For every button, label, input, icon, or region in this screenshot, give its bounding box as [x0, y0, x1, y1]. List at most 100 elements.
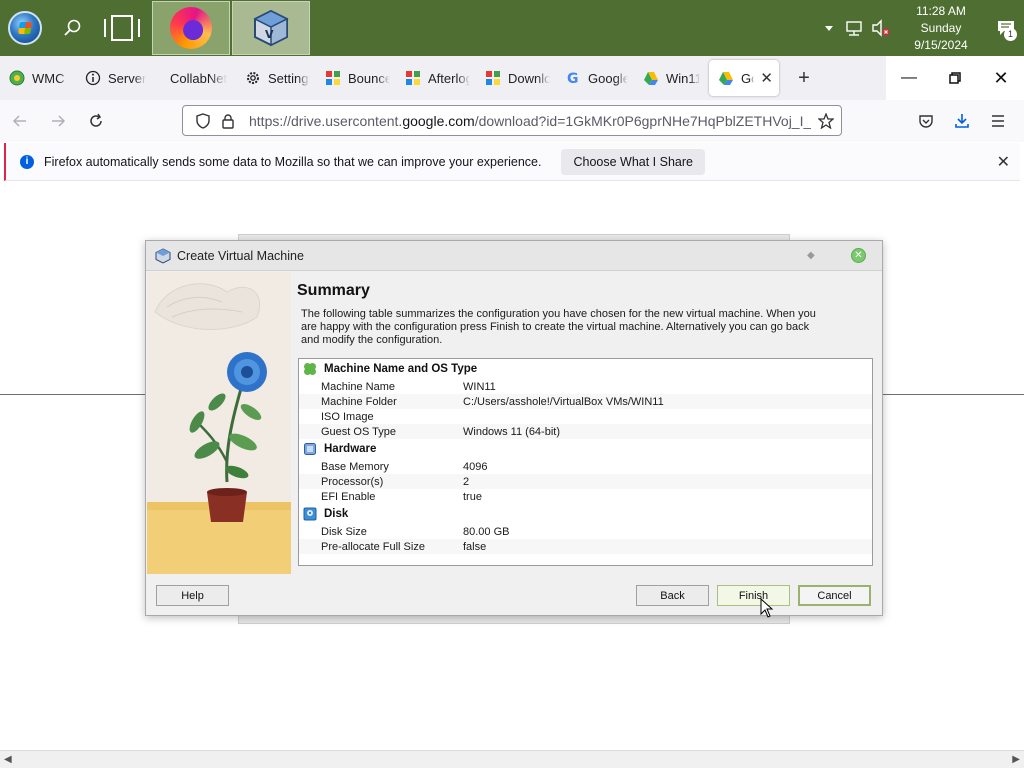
tab-afterlogic[interactable]: Afterlogic — [396, 60, 476, 96]
arrow-left-icon — [12, 115, 26, 127]
tab-settings[interactable]: Settings — [236, 60, 316, 96]
windows-orb-icon — [8, 11, 42, 45]
taskbar-virtualbox[interactable]: V — [232, 1, 310, 55]
table-row: Base Memory 4096 — [299, 459, 872, 474]
navigation-toolbar: https://drive.usercontent.google.com/dow… — [0, 100, 1024, 142]
back-wizard-button[interactable]: Back — [636, 585, 709, 606]
tab-collabnet[interactable]: CollabNet — [154, 60, 236, 96]
table-row: Processor(s) 2 — [299, 474, 872, 489]
wmc-icon — [9, 70, 25, 86]
choose-what-i-share-button[interactable]: Choose What I Share — [561, 148, 705, 175]
start-button[interactable] — [0, 0, 50, 56]
row-key: Guest OS Type — [321, 425, 397, 438]
scroll-left-icon[interactable]: ◀ — [4, 754, 12, 765]
reload-button[interactable] — [78, 105, 114, 137]
clock-time: 11:28 AM — [916, 3, 966, 18]
search-icon — [64, 19, 81, 36]
mouse-cursor-icon — [760, 598, 774, 618]
pin-icon[interactable]: ◆ — [807, 250, 815, 260]
create-vm-dialog: Create Virtual Machine ◆ ✕ Summary The f… — [145, 240, 883, 616]
infobar-close-icon[interactable]: ✕ — [997, 152, 1010, 172]
tab-label: CollabNet — [170, 70, 228, 86]
network-icon — [846, 21, 862, 36]
chevron-down-icon — [825, 26, 833, 31]
section-rows: Disk Size 80.00 GB Pre-allocate Full Size… — [299, 524, 872, 554]
clock-date: 9/15/2024 — [914, 37, 968, 52]
tab-downloads[interactable]: Downloads — [476, 60, 556, 96]
google-drive-icon — [718, 70, 734, 86]
restore-button[interactable] — [932, 56, 978, 100]
cancel-button[interactable]: Cancel — [798, 585, 871, 606]
tab-label: Afterlogic — [428, 70, 470, 86]
tab-bounce[interactable]: Bounce — [316, 60, 396, 96]
dialog-title-buttons: ◆ ✕ — [807, 248, 866, 263]
row-key: ISO Image — [321, 410, 374, 423]
bookmark-star-icon[interactable] — [811, 112, 841, 129]
pocket-button[interactable] — [908, 105, 944, 137]
tab-label: Goo — [741, 70, 754, 86]
row-value: 80.00 GB — [463, 525, 510, 538]
taskbar-firefox[interactable] — [152, 1, 230, 55]
tab-google-drive-active[interactable]: Goo ✕ — [709, 60, 779, 96]
tab-label: Downloads — [508, 70, 550, 86]
tab-google[interactable]: G Google — [556, 60, 634, 96]
back-button[interactable] — [2, 105, 38, 137]
dialog-close-button[interactable]: ✕ — [851, 248, 866, 263]
tray-volume[interactable] — [869, 16, 893, 40]
taskbar: V 11:28 AM Sunday 9/15/2024 1 — [0, 0, 1024, 56]
downloads-button[interactable] — [944, 105, 980, 137]
help-button[interactable]: Help — [156, 585, 229, 606]
minimize-button[interactable]: — — [886, 56, 932, 100]
virtualbox-icon — [155, 247, 171, 264]
menu-button[interactable] — [980, 105, 1016, 137]
tab-win11[interactable]: Win11 — [634, 60, 706, 96]
table-row: Pre-allocate Full Size false — [299, 539, 872, 554]
finish-button[interactable]: Finish — [717, 585, 790, 606]
close-window-button[interactable]: ✕ — [978, 56, 1024, 100]
download-icon — [955, 114, 969, 128]
action-center-button[interactable]: 1 — [988, 0, 1024, 56]
firefox-icon — [170, 7, 212, 49]
dialog-titlebar[interactable]: Create Virtual Machine ◆ ✕ — [146, 241, 882, 271]
svg-text:V: V — [265, 28, 274, 41]
page-title: Summary — [297, 282, 370, 299]
table-row: Disk Size 80.00 GB — [299, 524, 872, 539]
row-value: C:/Users/asshole!/VirtualBox VMs/WIN11 — [463, 395, 664, 408]
tab-server[interactable]: Server — [76, 60, 154, 96]
tab-close-icon[interactable]: ✕ — [760, 69, 773, 87]
taskbar-clock[interactable]: 11:28 AM Sunday 9/15/2024 — [902, 3, 980, 54]
row-key: Disk Size — [321, 525, 367, 538]
address-bar[interactable]: https://drive.usercontent.google.com/dow… — [182, 105, 842, 136]
section-header: Machine Name and OS Type — [299, 359, 872, 379]
lock-icon[interactable] — [217, 113, 239, 129]
tracking-protection-icon[interactable] — [189, 112, 217, 129]
new-tab-button[interactable]: + — [786, 60, 822, 96]
tab-label: Settings — [268, 70, 310, 86]
row-value: 4096 — [463, 460, 488, 473]
task-view-button[interactable] — [94, 0, 150, 56]
search-button[interactable] — [50, 0, 94, 56]
row-value: true — [463, 490, 482, 503]
row-key: Base Memory — [321, 460, 389, 473]
tray-overflow-chevron[interactable] — [817, 16, 841, 40]
section-header: Hardware — [299, 439, 872, 459]
summary-table[interactable]: Machine Name and OS Type Machine Name WIN… — [298, 358, 873, 566]
gear-icon — [245, 70, 261, 86]
horizontal-scrollbar[interactable]: ◀ ▶ — [0, 750, 1024, 768]
plus-icon: + — [798, 66, 810, 89]
table-row: Machine Name WIN11 — [299, 379, 872, 394]
afterlogic-icon — [485, 70, 501, 86]
google-g-icon: G — [565, 70, 581, 86]
tab-wmc[interactable]: WMC 1 — [0, 60, 76, 96]
url-text[interactable]: https://drive.usercontent.google.com/dow… — [249, 113, 811, 129]
tray-network[interactable] — [843, 16, 867, 40]
forward-button[interactable] — [40, 105, 76, 137]
section-title: Disk — [324, 508, 349, 520]
scroll-right-icon[interactable]: ▶ — [1012, 754, 1020, 765]
dialog-title: Create Virtual Machine — [177, 248, 304, 263]
arrow-right-icon — [52, 115, 66, 127]
clover-icon — [302, 361, 318, 377]
table-row: EFI Enable true — [299, 489, 872, 504]
telemetry-notification-bar: i Firefox automatically sends some data … — [4, 143, 1020, 181]
virtualbox-icon: V — [253, 9, 289, 47]
